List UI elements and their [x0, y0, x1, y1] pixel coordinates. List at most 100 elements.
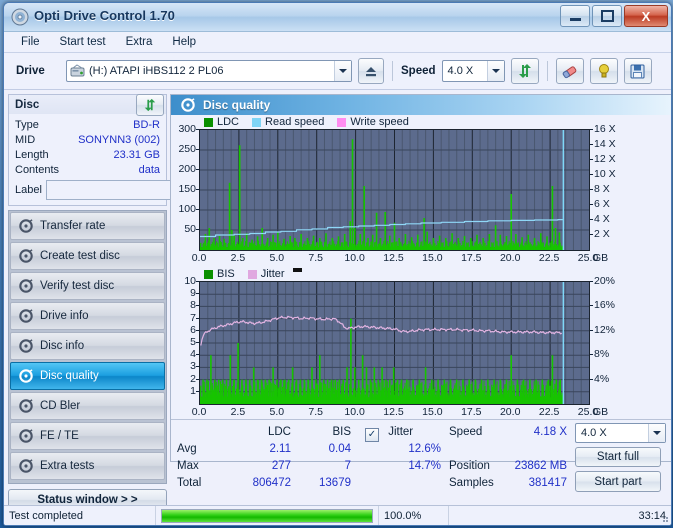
speed-select[interactable]: 4.0 X: [441, 60, 505, 82]
ldc-chart: 50 100 150 200 250 300 2 X 4 X 6 X 8 X 10 X 12 X 14…: [171, 123, 671, 251]
stats-row-labels: Avg Max Total: [171, 420, 219, 492]
eject-button[interactable]: [358, 58, 384, 84]
start-full-label: Start full: [596, 451, 640, 464]
sidebar-item-drive-info[interactable]: Drive info: [10, 302, 165, 330]
toolbar: Drive (H:) ATAPI iHBS112 2 PL06 Speed 4.…: [4, 53, 671, 90]
stats-ldc-total: 806472: [252, 477, 291, 489]
ldc-plot-area[interactable]: [199, 129, 590, 251]
y2-tick-label: 12 X: [594, 153, 616, 165]
stats-spacer-2: [449, 441, 501, 458]
close-icon: X: [641, 8, 651, 24]
chevron-down-icon[interactable]: [334, 61, 351, 81]
y2-tick-label: 6 X: [594, 198, 610, 210]
disc-icon: [19, 459, 33, 473]
disc-icon: [19, 429, 33, 443]
y2-tick-label: 10 X: [594, 168, 616, 180]
stats-samples-value: 381417: [528, 477, 567, 489]
legend-label-write-speed: Write speed: [350, 116, 409, 128]
maximize-icon: [600, 10, 614, 22]
menu-item-extra[interactable]: Extra: [117, 34, 162, 50]
x-tick-label: 5.0: [269, 252, 285, 264]
stats-jitter-avg: 12.6%: [408, 443, 441, 455]
stats-col-meta-values: 4.18 X 23862 MB 381417: [501, 420, 567, 492]
y2-tick-label: 16 X: [594, 123, 616, 135]
sidebar-item-extra-tests[interactable]: Extra tests: [10, 452, 165, 480]
y-tick-label: 100: [178, 203, 196, 215]
sidebar-item-label: Verify test disc: [40, 280, 115, 292]
content-area: Disc quality LDC Read speed Write speed …: [170, 90, 671, 492]
menu-item-file[interactable]: File: [12, 34, 49, 50]
stats-jitter-max: 14.7%: [408, 460, 441, 472]
legend-swatch-extra: [292, 268, 302, 272]
sidebar-item-disc-quality[interactable]: Disc quality: [10, 362, 165, 390]
x-tick-label: 2.5: [230, 406, 246, 418]
drive-value: (H:) ATAPI iHBS112 2 PL06: [89, 65, 224, 77]
chevron-down-icon[interactable]: [648, 424, 665, 442]
stats-spacer-3: [501, 441, 567, 458]
status-percent: 100.0%: [379, 506, 449, 525]
chevron-down-icon[interactable]: [486, 61, 504, 81]
title-bar: Opti Drive Control 1.70 X: [4, 3, 671, 32]
stats-speed-value: 4.18 X: [533, 426, 567, 438]
sidebar-item-transfer-rate[interactable]: Transfer rate: [10, 212, 165, 240]
y2-tick-label: 8 X: [594, 183, 610, 195]
refresh-icon: [144, 98, 156, 112]
stats-header-jitter: ✓ Jitter: [365, 424, 441, 442]
toolbar-divider-2: [546, 61, 548, 81]
legend-swatch-read-speed: [252, 117, 262, 127]
start-part-button[interactable]: Start part: [575, 471, 661, 492]
ldc-y-axis: 50 100 150 200 250 300: [171, 123, 199, 249]
bis-chart: 1 2 3 4 5 6 7 8 9 10 4% 8% 12% 16% 20%: [171, 275, 671, 405]
x-tick-label: 22.5: [538, 406, 560, 418]
sidebar-item-label: Drive info: [40, 310, 89, 322]
x-tick-label: 7.5: [308, 406, 323, 418]
disc-field-contents-value: data: [138, 163, 160, 176]
refresh-button[interactable]: [510, 58, 539, 84]
drive-select[interactable]: (H:) ATAPI iHBS112 2 PL06: [66, 60, 352, 82]
status-elapsed: 33:14: [638, 509, 666, 522]
status-bar: Test completed 100.0% 33:14: [4, 505, 671, 525]
menu-item-help[interactable]: Help: [163, 34, 205, 50]
legend-swatch-bis: [204, 269, 213, 279]
bis-plot-area[interactable]: [199, 281, 590, 405]
disc-icon: [19, 249, 33, 263]
disc-refresh-button[interactable]: [136, 94, 164, 116]
menu-item-start-test[interactable]: Start test: [51, 34, 115, 50]
stats-ldc-avg: 2.11: [269, 443, 291, 455]
maximize-button[interactable]: [592, 5, 622, 27]
toolbar-divider: [392, 61, 393, 81]
disc-icon: [19, 219, 33, 233]
start-full-button[interactable]: Start full: [575, 446, 661, 468]
drive-label: Drive: [16, 65, 45, 77]
window-title: Opti Drive Control 1.70: [34, 8, 175, 23]
stats-header-ldc: LDC: [267, 426, 291, 438]
sidebar-item-label: Extra tests: [40, 460, 95, 472]
y-tick-label: 50: [184, 223, 196, 235]
x-tick-label: 20.0: [499, 406, 521, 418]
sidebar-item-disc-info[interactable]: Disc info: [10, 332, 165, 360]
bulb-button[interactable]: [589, 58, 618, 84]
sidebar-item-fe-te[interactable]: FE / TE: [10, 422, 165, 450]
eraser-button[interactable]: [555, 58, 584, 84]
bis-y2-axis: 4% 8% 12% 16% 20%: [590, 275, 622, 403]
jitter-checkbox[interactable]: ✓: [365, 427, 379, 442]
drive-icon: [70, 64, 85, 77]
save-button[interactable]: [623, 58, 652, 84]
sidebar-item-verify-test-disc[interactable]: Verify test disc: [10, 272, 165, 300]
stats-label-total: Total: [177, 477, 202, 489]
stats-label-speed: Speed: [449, 426, 483, 438]
resize-grip-icon[interactable]: [659, 513, 669, 523]
test-speed-select[interactable]: 4.0 X: [575, 423, 666, 443]
sidebar-item-cd-bler[interactable]: CD Bler: [10, 392, 165, 420]
bis-plot-svg: [199, 282, 589, 404]
legend-label-jitter: Jitter: [260, 268, 285, 280]
disc-label-key: Label: [15, 183, 42, 196]
disc-field-length-key: Length: [15, 148, 49, 161]
y2-tick-label: 16%: [594, 299, 616, 312]
minimize-button[interactable]: [560, 5, 590, 27]
sidebar-item-create-test-disc[interactable]: Create test disc: [10, 242, 165, 270]
x-axis-unit: GB: [593, 252, 609, 264]
close-button[interactable]: X: [624, 5, 668, 27]
x-tick-label: 17.5: [461, 406, 482, 418]
sidebar: Disc Type BD-R MID SONYNN3 (002) Length …: [4, 90, 250, 511]
